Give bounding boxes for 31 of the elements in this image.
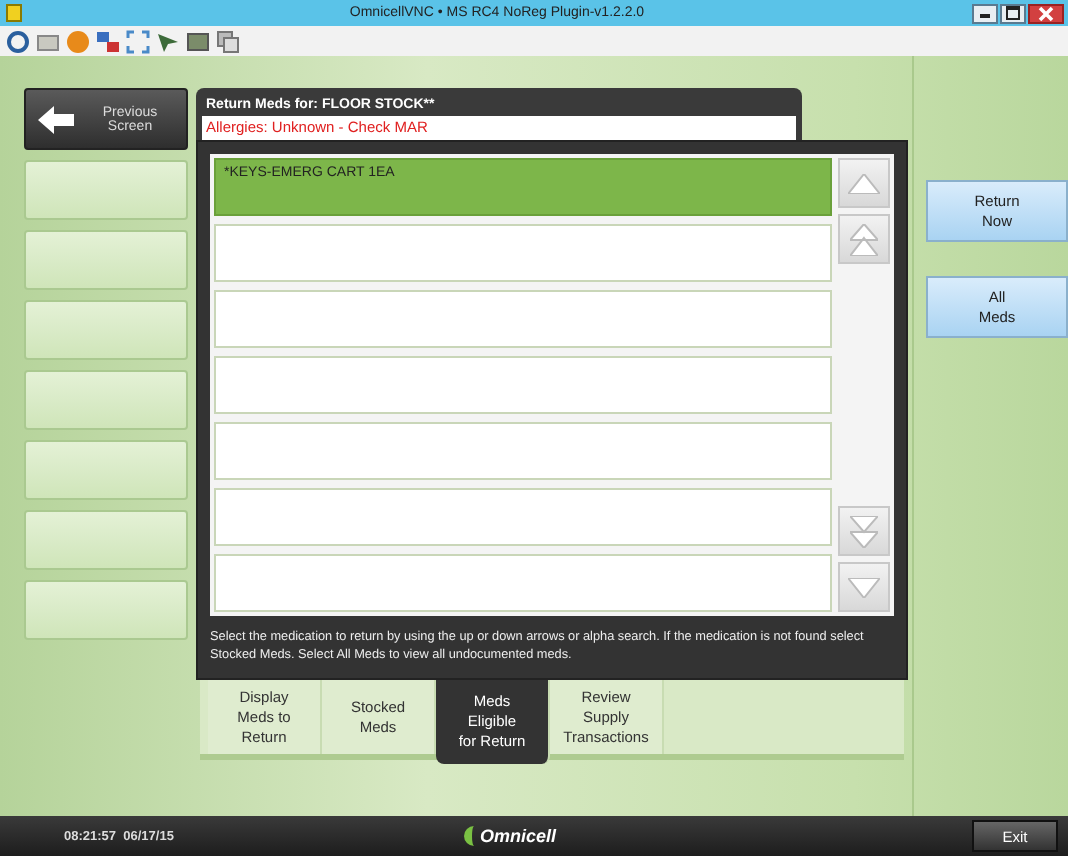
blank-button[interactable] bbox=[24, 300, 188, 360]
med-row[interactable] bbox=[214, 224, 832, 282]
maximize-icon[interactable] bbox=[1000, 3, 1026, 23]
double-down-triangle-icon bbox=[850, 515, 878, 547]
med-row[interactable] bbox=[214, 422, 832, 480]
blank-button[interactable] bbox=[24, 440, 188, 500]
med-row[interactable] bbox=[214, 554, 832, 612]
down-triangle-icon bbox=[848, 577, 880, 597]
scroll-down-button[interactable] bbox=[838, 562, 890, 612]
close-icon[interactable] bbox=[1028, 3, 1064, 23]
omnicell-logo: Omnicell bbox=[464, 826, 565, 846]
double-up-triangle-icon bbox=[850, 223, 878, 255]
page-up-button[interactable] bbox=[838, 214, 890, 264]
toolbar-circle-icon[interactable] bbox=[66, 29, 90, 53]
toolbar-fullscreen-icon[interactable] bbox=[126, 29, 150, 53]
med-row[interactable] bbox=[214, 356, 832, 414]
up-triangle-icon bbox=[848, 173, 880, 193]
scroll-up-button[interactable] bbox=[838, 158, 890, 208]
blank-button[interactable] bbox=[24, 580, 188, 640]
blank-button[interactable] bbox=[24, 230, 188, 290]
page-down-button[interactable] bbox=[838, 506, 890, 556]
toolbar-pointer-icon[interactable] bbox=[156, 29, 180, 53]
blank-button[interactable] bbox=[24, 510, 188, 570]
minimize-icon[interactable] bbox=[972, 3, 998, 23]
left-arrow-icon bbox=[38, 105, 74, 133]
app-icon bbox=[6, 4, 22, 22]
blank-button[interactable] bbox=[24, 370, 188, 430]
blank-button[interactable] bbox=[24, 160, 188, 220]
med-row[interactable] bbox=[214, 290, 832, 348]
med-row[interactable] bbox=[214, 488, 832, 546]
toolbar-copy-icon[interactable] bbox=[216, 29, 240, 53]
